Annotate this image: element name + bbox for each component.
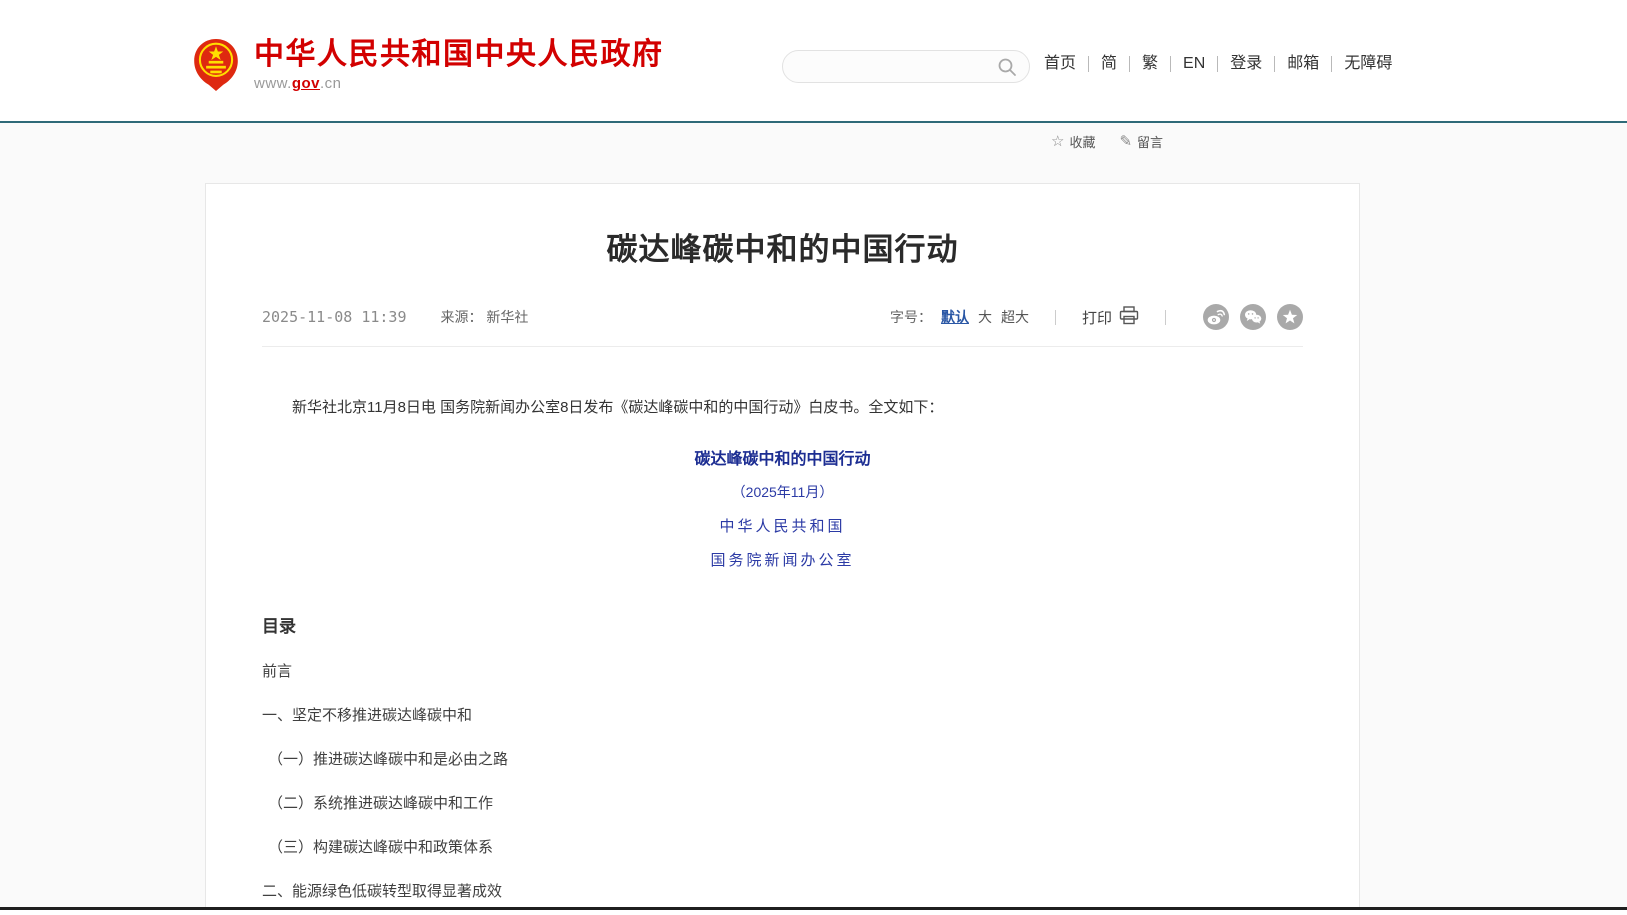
nav-traditional[interactable]: 繁 xyxy=(1130,56,1171,72)
favorite-label: 收藏 xyxy=(1069,132,1095,151)
article-actions: ☆ 收藏 ✎ 留言 xyxy=(1051,132,1163,151)
site-url-prefix: www. xyxy=(254,75,292,92)
article-meta-row: 2025-11-08 11:39 来源： 新华社 字号： 默认 大 超大 打印 xyxy=(262,304,1303,330)
toc-heading: 目录 xyxy=(262,612,1303,637)
publish-date: 2025-11-08 11:39 xyxy=(262,308,407,326)
site-identity: 中华人民共和国中央人民政府 www.gov.cn xyxy=(254,38,664,92)
toc-item: （三）构建碳达峰碳中和政策体系 xyxy=(262,839,1303,857)
tools-divider xyxy=(1055,310,1056,325)
search-input[interactable] xyxy=(799,52,989,81)
nav-home[interactable]: 首页 xyxy=(1044,56,1089,72)
article-title: 碳达峰碳中和的中国行动 xyxy=(262,224,1303,269)
pencil-icon: ✎ xyxy=(1119,134,1132,149)
toc-item: （二）系统推进碳达峰碳中和工作 xyxy=(262,795,1303,813)
tools-divider xyxy=(1165,310,1166,325)
page: 中华人民共和国中央人民政府 www.gov.cn 首页 简 繁 EN 登录 邮箱… xyxy=(0,0,1627,915)
meta-divider xyxy=(262,346,1303,347)
search-icon[interactable] xyxy=(997,57,1017,77)
toc-item: （一）推进碳达峰碳中和是必由之路 xyxy=(262,751,1303,769)
doc-issuer-line2: 国务院新闻办公室 xyxy=(262,549,1303,570)
toc-item: 一、坚定不移推进碳达峰碳中和 xyxy=(262,707,1303,725)
site-logo[interactable]: 中华人民共和国中央人民政府 www.gov.cn xyxy=(192,38,664,92)
site-url: www.gov.cn xyxy=(254,75,664,92)
print-button[interactable]: 打印 xyxy=(1082,306,1139,329)
nav-english[interactable]: EN xyxy=(1171,56,1218,72)
nav-mailbox[interactable]: 邮箱 xyxy=(1275,56,1332,72)
font-size-default-button[interactable]: 默认 xyxy=(941,307,969,327)
toc-item: 二、能源绿色低碳转型取得显著成效 xyxy=(262,883,1303,901)
doc-title: 碳达峰碳中和的中国行动 xyxy=(262,445,1303,469)
top-nav: 首页 简 繁 EN 登录 邮箱 无障碍 xyxy=(1044,56,1404,72)
source-name: 新华社 xyxy=(486,309,528,325)
national-emblem-icon xyxy=(192,38,240,92)
site-header: 中华人民共和国中央人民政府 www.gov.cn 首页 简 繁 EN 登录 邮箱… xyxy=(0,0,1627,123)
favorite-link[interactable]: ☆ 收藏 xyxy=(1051,132,1095,151)
nav-login[interactable]: 登录 xyxy=(1218,56,1275,72)
share-weibo-button[interactable] xyxy=(1203,304,1229,330)
lead-paragraph: 新华社北京11月8日电 国务院新闻办公室8日发布《碳达峰碳中和的中国行动》白皮书… xyxy=(262,397,1303,420)
share-favorite-star-button[interactable] xyxy=(1277,304,1303,330)
source-label: 来源： xyxy=(441,309,483,325)
print-label: 打印 xyxy=(1082,307,1112,328)
font-size-xlarge-button[interactable]: 超大 xyxy=(1001,307,1029,327)
comment-label: 留言 xyxy=(1137,132,1163,151)
site-title: 中华人民共和国中央人民政府 xyxy=(254,38,664,71)
printer-icon xyxy=(1119,306,1139,329)
toc-item: 前言 xyxy=(262,663,1303,681)
share-wechat-button[interactable] xyxy=(1240,304,1266,330)
star-icon: ☆ xyxy=(1051,134,1064,149)
font-size-label: 字号： xyxy=(890,307,932,327)
comment-link[interactable]: ✎ 留言 xyxy=(1119,132,1163,151)
nav-simplified[interactable]: 简 xyxy=(1089,56,1130,72)
doc-issuer-line1: 中华人民共和国 xyxy=(262,515,1303,536)
site-url-suffix: .cn xyxy=(320,75,342,92)
nav-accessibility[interactable]: 无障碍 xyxy=(1332,56,1404,72)
site-url-gov: gov xyxy=(292,75,320,92)
article-card: 碳达峰碳中和的中国行动 2025-11-08 11:39 来源： 新华社 字号：… xyxy=(205,183,1360,915)
doc-date: （2025年11月） xyxy=(262,482,1303,502)
font-size-large-button[interactable]: 大 xyxy=(978,307,992,327)
article-source: 来源： 新华社 xyxy=(441,307,529,327)
article-tools: 字号： 默认 大 超大 打印 xyxy=(890,304,1303,330)
bottom-gap xyxy=(0,910,1627,915)
search-box xyxy=(782,50,1030,83)
